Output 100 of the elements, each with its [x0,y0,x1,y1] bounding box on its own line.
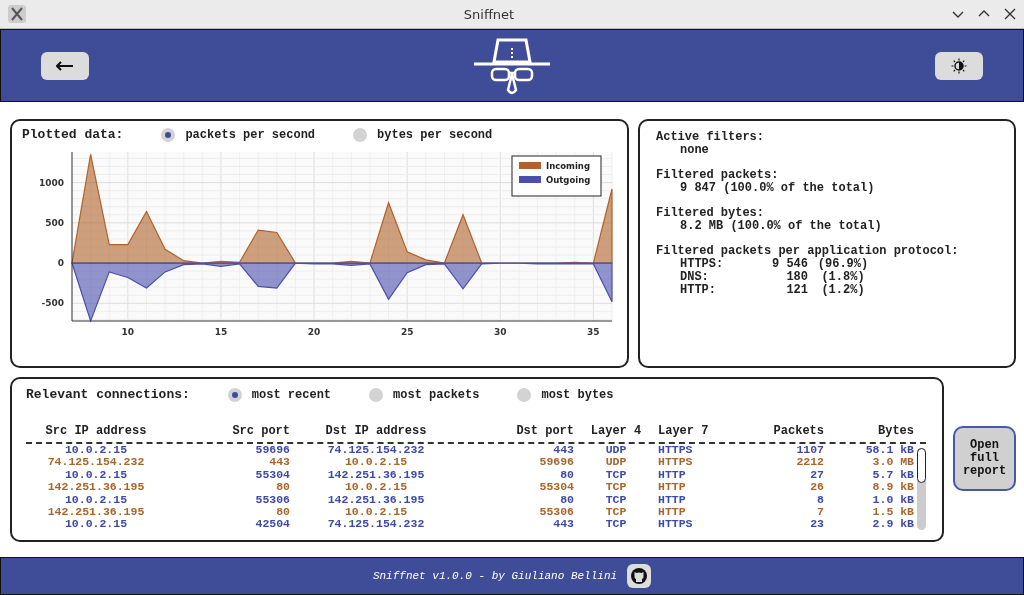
radio-label[interactable]: most recent [251,387,332,402]
protocol-name: DNS: [680,271,710,284]
table-cell-text: 23 [809,518,824,531]
table-cell-text: 2212 [795,456,824,469]
protocol-count: 121 [785,284,808,297]
table-cell-text: 80 [275,481,290,494]
table-cell-text: 10.0.2.15 [63,468,129,482]
table-cell-text: 10.0.2.15 [343,505,409,519]
column-header: Src port [231,424,290,438]
table-cell-text: 59696 [538,456,574,469]
table-cell-text: 10.0.2.15 [63,493,129,506]
table-cell-text: 443 [552,518,574,531]
table-cell-text: UDP [604,444,628,457]
table-cell-text: 80 [559,468,574,482]
table-cell-text: HTTPS [658,518,694,531]
legend-swatch [519,162,541,169]
section-heading: Relevant connections: [26,387,190,402]
back-arrow-icon [56,60,74,71]
table-cell-text: 8.9 kB [871,481,914,494]
column-header: Dst IP address [324,424,428,438]
column-header: Layer 7 [658,424,710,438]
radio-label[interactable]: most bytes [541,387,614,402]
radio-label[interactable]: most packets [393,387,480,402]
table-cell-text: HTTP [658,493,687,506]
table-cell-text: 10.0.2.15 [63,444,129,457]
x-tick-label: 35 [587,327,600,337]
table-cell-text: HTTP [658,505,687,519]
stat-heading: Filtered packets per application protocol: [656,245,960,258]
stat-heading: Filtered bytes: [656,207,766,220]
radio-button[interactable] [369,387,384,402]
table-cell-text: TCP [604,505,628,519]
stat-value: none [679,144,710,157]
table-cell-text: HTTP [658,481,687,494]
table-cell-text: 142.251.36.195 [326,468,426,482]
table-cell-text: HTTPS [658,456,694,469]
close-icon[interactable] [1004,8,1016,20]
table-cell-text: 1107 [795,444,824,457]
column-header: Dst port [515,424,574,438]
table-cell-text: 142.251.36.195 [46,481,146,494]
table-cell-text: TCP [604,468,628,482]
back-button[interactable] [41,51,89,80]
table-cell-text: 443 [268,456,290,469]
x-tick-label: 25 [400,327,414,337]
table-cell-text: TCP [604,493,628,506]
x-tick-label: 15 [214,327,228,337]
table-cell-text: 55304 [538,481,574,494]
table-cell-text: 2.9 kB [871,518,914,531]
column-header: Bytes [877,424,914,438]
table-cell-text: 10.0.2.15 [343,481,409,494]
y-tick-label: 500 [45,217,64,228]
table-cell-text: 3.0 MB [871,456,914,469]
scrollbar[interactable] [917,448,926,530]
y-tick-label: 1000 [38,177,64,188]
protocol-share: (1.8%) [820,271,866,284]
contrast-icon [951,57,967,74]
table-cell-text: 5.7 kB [871,468,914,482]
radio-button[interactable] [517,387,532,402]
section-heading: Plotted data: [22,127,124,142]
table-cell-text: 74.125.154.232 [326,444,426,457]
github-icon[interactable] [627,564,652,588]
radio-button[interactable] [161,127,176,142]
table-cell-text: 55306 [538,505,574,519]
table-cell-text: 7 [816,505,824,519]
stat-heading: Active filters: [656,131,766,144]
radio-label[interactable]: packets per second [185,127,316,142]
table-cell-text: 80 [275,505,290,519]
y-tick-label: -500 [41,298,64,309]
table-cell-text: 58.1 kB [864,444,914,457]
table-cell-text: 74.125.154.232 [326,518,426,531]
theme-toggle-button[interactable] [935,51,983,80]
table-cell-text: 27 [809,468,824,482]
window-title: Sniffnet [463,6,515,22]
legend-label: Incoming [546,161,590,171]
stat-value: 9 847 (100.0% of the total) [679,182,876,195]
app-icon [8,5,26,23]
radio-label[interactable]: bytes per second [377,127,493,142]
x-tick-label: 20 [307,327,321,337]
table-cell-text: 80 [559,493,574,506]
footer-text: Sniffnet v1.0.0 - by Giuliano Bellini [372,570,618,582]
table-cell-text: 10.0.2.15 [343,456,409,469]
protocol-count: 9 546 [771,258,808,271]
table-cell-text: 59696 [254,444,290,457]
x-tick-label: 30 [494,327,507,337]
table-cell-text: 443 [552,444,574,457]
protocol-name: HTTPS: [680,258,725,271]
column-header: Src IP address [44,424,148,438]
protocol-name: HTTP: [680,284,717,297]
table-cell-text: 42504 [254,518,290,531]
table-cell-text: 142.251.36.195 [46,505,146,519]
radio-button[interactable] [227,387,242,402]
open-report-button[interactable]: Open full report [953,426,1016,491]
stat-value: 8.2 MB (100.0% of the total) [679,220,883,233]
radio-button[interactable] [353,127,368,142]
table-cell-text: HTTPS [658,444,694,457]
table-cell-text: 55304 [254,468,290,482]
x-tick-label: 10 [121,327,135,337]
table-cell-text: 142.251.36.195 [326,493,426,506]
table-cell-text: 74.125.154.232 [46,456,146,469]
table-cell-text: HTTP [658,468,687,482]
protocol-share: (1.2%) [820,284,866,297]
